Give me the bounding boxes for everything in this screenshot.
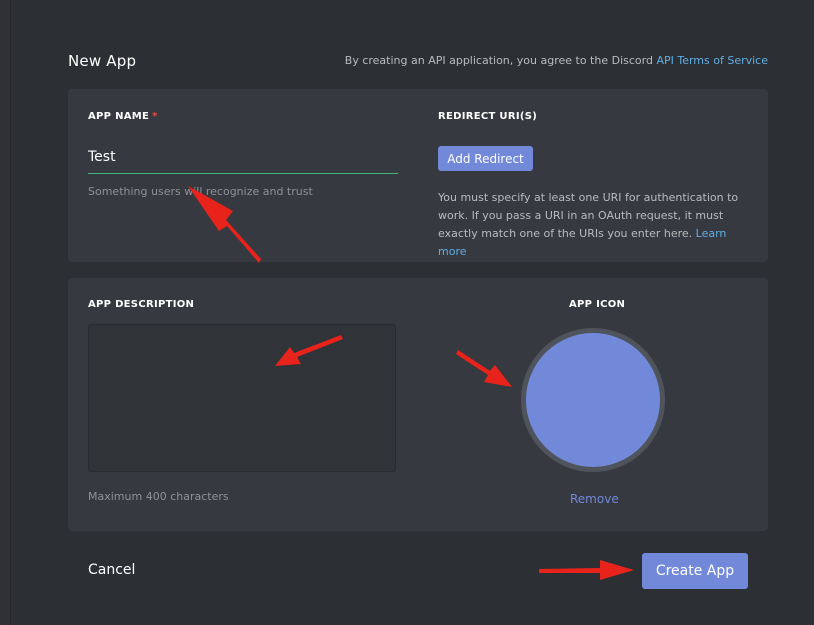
sidebar-edge [0,0,11,625]
cancel-button[interactable]: Cancel [88,562,135,578]
terms-notice: By creating an API application, you agre… [345,54,768,67]
redirect-uris-label: REDIRECT URI(S) [438,111,538,122]
page-title: New App [68,52,137,70]
app-name-input[interactable] [88,141,398,174]
app-info-card: APP NAME* Something users will recognize… [68,89,768,262]
api-terms-link[interactable]: API Terms of Service [656,54,768,67]
app-icon-label: APP ICON [569,299,626,310]
app-description-label: APP DESCRIPTION [88,299,195,310]
app-description-textarea[interactable] [88,324,396,472]
terms-notice-text: By creating an API application, you agre… [344,54,657,67]
app-name-label: APP NAME * [88,111,158,122]
app-details-card: APP DESCRIPTION Maximum 400 characters A… [68,278,768,531]
arrow-to-create-button-icon [539,560,634,580]
redirect-note-text: You must specify at least one URI for au… [438,191,739,240]
description-helper: Maximum 400 characters [88,490,229,503]
add-redirect-button[interactable]: Add Redirect [438,146,533,171]
redirect-note: You must specify at least one URI for au… [438,189,756,261]
required-marker: * [152,111,158,122]
create-app-button[interactable]: Create App [642,553,748,589]
app-name-helper: Something users will recognize and trust [88,185,313,198]
remove-icon-link[interactable]: Remove [570,492,619,506]
app-icon-upload[interactable] [521,328,665,472]
app-name-label-text: APP NAME [88,111,150,122]
